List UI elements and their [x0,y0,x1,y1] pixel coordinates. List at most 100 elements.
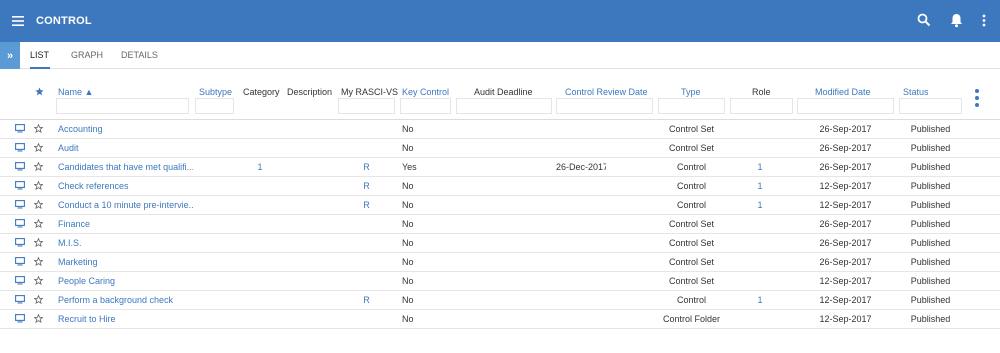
col-key-control[interactable]: Key Control [402,87,449,97]
monitor-icon[interactable] [15,200,25,211]
cell-name[interactable]: Audit [58,139,193,158]
col-audit-deadline[interactable]: Audit Deadline [474,87,533,97]
monitor-icon[interactable] [15,238,25,249]
cell-category [240,120,280,139]
expand-panel-button[interactable]: » [0,42,20,69]
monitor-icon[interactable] [15,257,25,268]
cell-name[interactable]: People Caring [58,272,193,291]
cell-name[interactable]: Check references [58,177,193,196]
filter-subtype-input[interactable] [195,98,234,114]
star-outline-icon[interactable] [33,161,44,173]
col-role[interactable]: Role [752,87,771,97]
more-options-button[interactable] [982,14,986,29]
table-row[interactable]: Conduct a 10 minute pre-intervie... R No Co… [0,196,1000,215]
monitor-icon[interactable] [15,181,25,192]
col-review-date[interactable]: Control Review Date [565,87,648,97]
col-name[interactable]: Name ▲ [58,87,93,97]
table-row[interactable]: Recruit to Hire No Control Folder 12-Sep-20… [0,310,1000,329]
filter-audit-deadline-input[interactable] [456,98,552,114]
page-title: CONTROL [36,15,92,27]
filter-role-input[interactable] [730,98,793,114]
cell-name[interactable]: Marketing [58,253,193,272]
filter-type-input[interactable] [658,98,725,114]
cell-category [240,310,280,329]
monitor-icon[interactable] [15,295,25,306]
cell-status: Published [910,219,951,229]
tab-list[interactable]: LIST [30,42,50,69]
col-type[interactable]: Type [681,87,701,97]
filter-key-control-input[interactable] [400,98,451,114]
table-row[interactable]: Check references R No Control 1 12-Sep-2017 Pu… [0,177,1000,196]
favorite-column-icon[interactable] [35,87,44,98]
cell-rasci[interactable]: R [338,177,395,196]
star-outline-icon[interactable] [33,237,44,249]
column-options-button[interactable] [974,88,980,108]
cell-modified: 26-Sep-2017 [819,143,872,153]
table-row[interactable]: M.I.S. No Control Set 26-Sep-2017 Published [0,234,1000,253]
cell-role[interactable]: 1 [730,158,790,177]
star-outline-icon[interactable] [33,180,44,192]
search-button[interactable] [917,13,931,29]
star-outline-icon[interactable] [33,256,44,268]
monitor-icon[interactable] [15,162,25,173]
cell-type: Control [676,162,706,172]
cell-rasci [338,120,395,139]
notifications-button[interactable] [950,13,963,30]
cell-name[interactable]: Perform a background check [58,291,193,310]
cell-modified: 26-Sep-2017 [819,238,872,248]
col-modified[interactable]: Modified Date [815,87,871,97]
cell-name[interactable]: Accounting [58,120,193,139]
table-row[interactable]: Perform a background check R No Control 1 12-… [0,291,1000,310]
star-outline-icon[interactable] [33,142,44,154]
cell-category [240,291,280,310]
cell-name[interactable]: Finance [58,215,193,234]
cell-category[interactable]: 1 [240,158,280,177]
table-row[interactable]: Audit No Control Set 26-Sep-2017 Published [0,139,1000,158]
cell-modified: 12-Sep-2017 [819,314,872,324]
cell-name[interactable]: Conduct a 10 minute pre-intervie... [58,196,193,215]
col-rasci[interactable]: My RASCI-VS [341,87,398,97]
star-outline-icon[interactable] [33,199,44,211]
table-row[interactable]: Finance No Control Set 26-Sep-2017 Published [0,215,1000,234]
col-status[interactable]: Status [903,87,929,97]
monitor-icon[interactable] [15,143,25,154]
cell-name[interactable]: Recruit to Hire [58,310,193,329]
cell-type: Control Set [668,124,715,134]
cell-role[interactable]: 1 [730,177,790,196]
cell-role[interactable]: 1 [730,291,790,310]
cell-name[interactable]: Candidates that have met qualifi... [58,158,193,177]
col-category[interactable]: Category [243,87,280,97]
tab-graph[interactable]: GRAPH [71,42,103,69]
monitor-icon[interactable] [15,314,25,325]
cell-name[interactable]: M.I.S. [58,234,193,253]
tab-details[interactable]: DETAILS [121,42,158,69]
col-description[interactable]: Description [287,87,332,97]
table-row[interactable]: Candidates that have met qualifi... 1 R Yes… [0,158,1000,177]
filter-review-date-input[interactable] [556,98,653,114]
menu-button[interactable] [0,0,36,42]
cell-key-control: No [402,124,414,134]
table-row[interactable]: People Caring No Control Set 12-Sep-2017 Pub… [0,272,1000,291]
filter-rasci-input[interactable] [338,98,395,114]
monitor-icon[interactable] [15,124,25,135]
star-outline-icon[interactable] [33,275,44,287]
cell-rasci[interactable]: R [338,291,395,310]
filter-modified-input[interactable] [797,98,894,114]
cell-category [240,253,280,272]
star-outline-icon[interactable] [33,218,44,230]
col-subtype[interactable]: Subtype [199,87,232,97]
monitor-icon[interactable] [15,219,25,230]
cell-rasci [338,215,395,234]
monitor-icon[interactable] [15,276,25,287]
filter-name-input[interactable] [56,98,189,114]
star-outline-icon[interactable] [33,123,44,135]
filter-status-input[interactable] [899,98,962,114]
table-row[interactable]: Accounting No Control Set 26-Sep-2017 Publis… [0,120,1000,139]
cell-rasci[interactable]: R [338,196,395,215]
star-outline-icon[interactable] [33,313,44,325]
cell-rasci[interactable]: R [338,158,395,177]
cell-role[interactable]: 1 [730,196,790,215]
tabs-bar: » LIST GRAPH DETAILS [0,42,1000,69]
table-row[interactable]: Marketing No Control Set 26-Sep-2017 Publish… [0,253,1000,272]
star-outline-icon[interactable] [33,294,44,306]
